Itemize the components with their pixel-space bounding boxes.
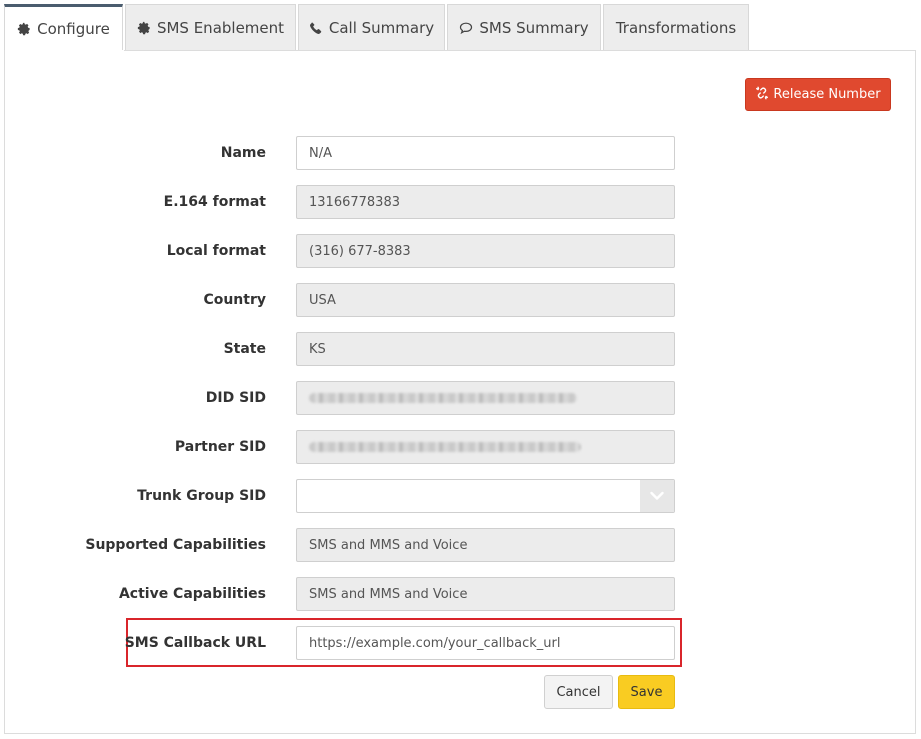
form-row-trunk-group-sid: Trunk Group SID [0,479,921,513]
tab-transformations-label: Transformations [615,19,737,37]
form-row-did-sid: DID SID [0,381,921,415]
active-capabilities-value: SMS and MMS and Voice [309,586,468,602]
form-row-country: Country USA [0,283,921,317]
save-button[interactable]: Save [618,675,675,709]
unlink-icon [755,86,769,104]
gear-icon [17,22,31,36]
redacted-value [309,393,577,403]
form-row-partner-sid: Partner SID [0,430,921,464]
redacted-value [309,442,581,452]
name-input[interactable]: N/A [296,136,675,170]
sms-callback-url-input[interactable]: https://example.com/your_callback_url [296,626,675,660]
form-row-supported-capabilities: Supported Capabilities SMS and MMS and V… [0,528,921,562]
form-row-local: Local format (316) 677-8383 [0,234,921,268]
state-field: KS [296,332,675,366]
name-label: Name [220,145,266,161]
state-value: KS [309,341,326,357]
tab-call-summary-label: Call Summary [328,19,435,37]
phone-icon [309,21,323,35]
name-value: N/A [309,145,332,161]
form-row-e164: E.164 format 13166778383 [0,185,921,219]
supported-capabilities-value: SMS and MMS and Voice [309,537,468,553]
did-sid-field [296,381,675,415]
state-label: State [223,341,266,357]
supported-capabilities-field: SMS and MMS and Voice [296,528,675,562]
tab-configure-label: Configure [37,20,110,38]
release-number-button[interactable]: Release Number [745,78,891,111]
local-format-label: Local format [166,243,266,259]
country-label: Country [203,292,266,308]
trunk-group-sid-label: Trunk Group SID [137,488,266,504]
partner-sid-label: Partner SID [174,439,266,455]
tab-bar: Configure SMS Enablement Call Summary SM… [4,4,916,51]
form-row-state: State KS [0,332,921,366]
tab-call-summary[interactable]: Call Summary [298,4,445,51]
form-row-sms-callback-url: SMS Callback URL https://example.com/you… [0,626,921,660]
tab-sms-enablement[interactable]: SMS Enablement [125,4,296,51]
chevron-down-icon[interactable] [640,480,674,512]
form-row-name: Name N/A [0,136,921,170]
supported-capabilities-label: Supported Capabilities [85,537,266,553]
chat-bubble-icon [459,21,473,35]
sms-callback-url-label: SMS Callback URL [124,635,266,651]
active-capabilities-label: Active Capabilities [118,586,266,602]
partner-sid-field [296,430,675,464]
e164-label: E.164 format [163,194,266,210]
country-field: USA [296,283,675,317]
trunk-group-sid-select[interactable] [296,479,675,513]
release-number-label: Release Number [773,87,881,102]
active-capabilities-field: SMS and MMS and Voice [296,577,675,611]
e164-value: 13166778383 [309,194,400,210]
cancel-button[interactable]: Cancel [544,675,613,709]
tab-sms-enablement-label: SMS Enablement [156,19,285,37]
active-tab-connector [5,50,124,52]
sms-callback-url-value: https://example.com/your_callback_url [309,635,561,651]
tab-sms-summary[interactable]: SMS Summary [447,4,601,51]
local-format-value: (316) 677-8383 [309,243,411,259]
gear-icon [137,21,151,35]
local-format-field: (316) 677-8383 [296,234,675,268]
tab-sms-summary-label: SMS Summary [479,19,589,37]
country-value: USA [309,292,336,308]
tab-configure[interactable]: Configure [4,4,123,51]
form-row-active-capabilities: Active Capabilities SMS and MMS and Voic… [0,577,921,611]
tab-transformations[interactable]: Transformations [603,4,749,51]
did-sid-label: DID SID [205,390,266,406]
e164-field: 13166778383 [296,185,675,219]
